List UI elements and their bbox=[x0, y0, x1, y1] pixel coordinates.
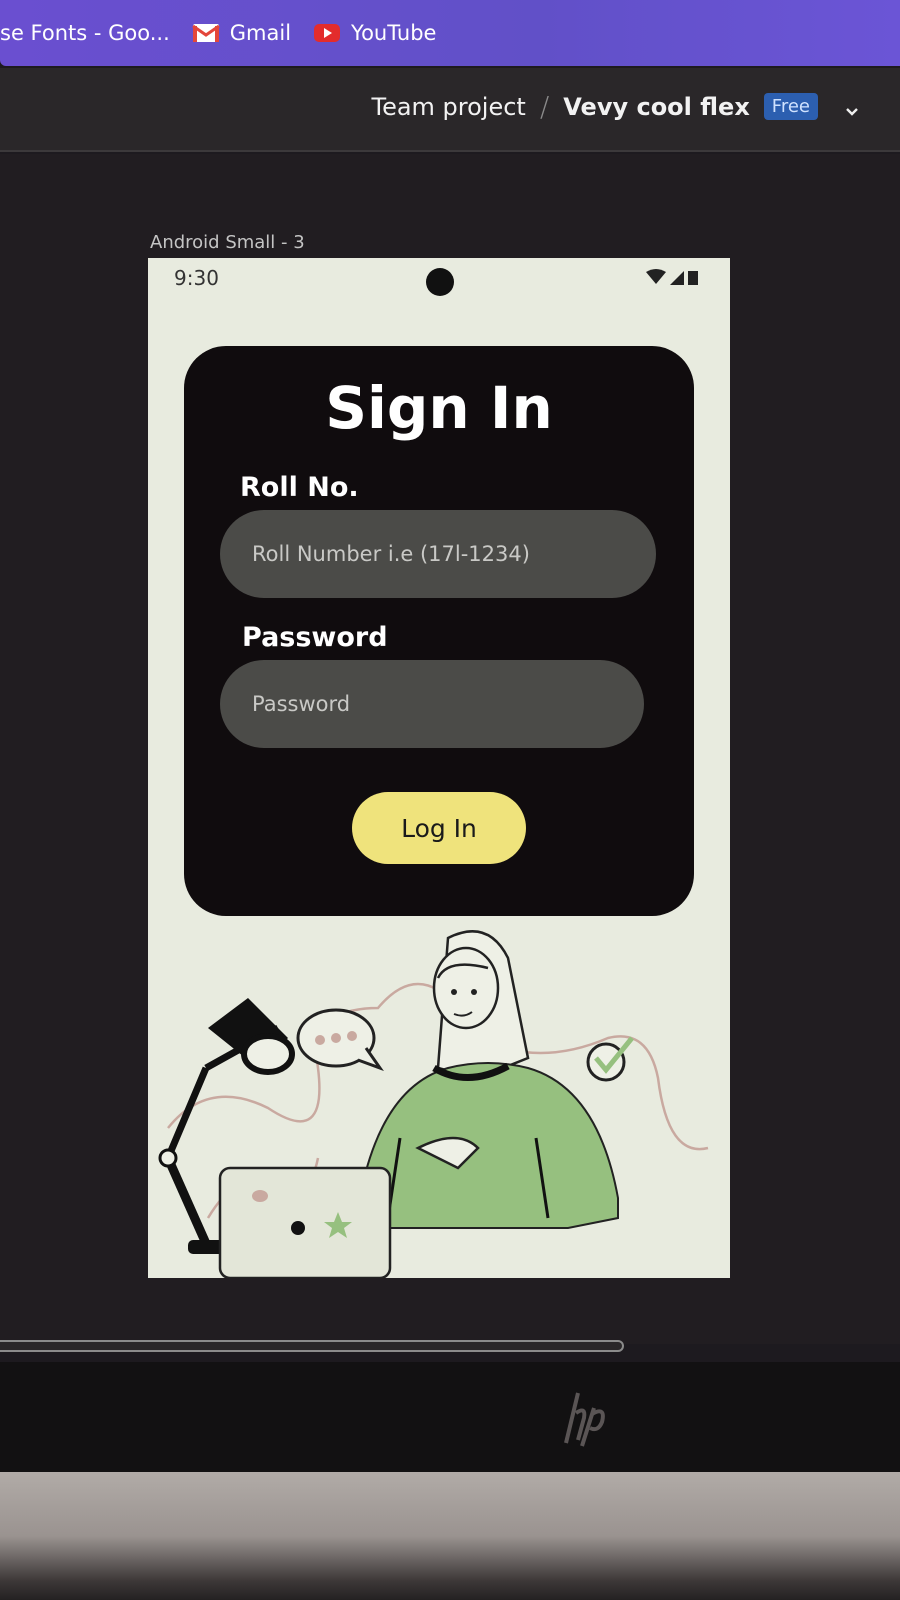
monitor-bezel bbox=[0, 1362, 900, 1472]
login-button[interactable]: Log In bbox=[352, 792, 526, 864]
bookmark-label: Gmail bbox=[229, 21, 292, 45]
status-time: 9:30 bbox=[174, 266, 219, 290]
battery-icon bbox=[688, 271, 698, 285]
hp-logo bbox=[564, 1392, 605, 1447]
wifi-icon bbox=[646, 269, 666, 284]
bookmark-google-fonts[interactable]: se Fonts - Goo... bbox=[0, 21, 170, 45]
chevron-down-icon[interactable] bbox=[844, 104, 860, 120]
youtube-icon bbox=[314, 24, 341, 42]
camera-cutout bbox=[426, 268, 454, 296]
plan-badge: Free bbox=[763, 93, 818, 120]
laptop-icon bbox=[218, 1166, 392, 1278]
signin-card: Sign In Roll No. Password Log In bbox=[184, 346, 694, 916]
laptop-base bbox=[0, 1472, 900, 1600]
bookmark-youtube[interactable]: YouTube bbox=[313, 21, 436, 45]
android-frame[interactable]: 9:30 Sign In Roll No. Password Log In bbox=[148, 258, 730, 1278]
breadcrumb-file-name[interactable]: Vevy cool flex bbox=[563, 93, 750, 121]
person-figure bbox=[357, 930, 619, 1229]
roll-number-label: Roll No. bbox=[240, 472, 359, 503]
roll-number-input[interactable] bbox=[220, 510, 656, 598]
frame-label[interactable]: Android Small - 3 bbox=[150, 232, 305, 253]
signin-title: Sign In bbox=[325, 374, 553, 442]
horizontal-scrollbar[interactable] bbox=[0, 1340, 624, 1352]
illustration bbox=[158, 930, 709, 1278]
editor-toolbar: Team project / Vevy cool flex Free bbox=[0, 68, 900, 152]
signal-icon bbox=[670, 271, 684, 285]
password-label: Password bbox=[242, 622, 388, 653]
bookmark-gmail[interactable]: Gmail bbox=[191, 21, 292, 45]
bookmark-label: se Fonts - Goo... bbox=[0, 21, 170, 45]
gmail-icon bbox=[191, 24, 220, 42]
breadcrumb-separator: / bbox=[539, 90, 550, 123]
bookmarks-bar: se Fonts - Goo... Gmail YouTube bbox=[0, 0, 900, 66]
status-icons bbox=[646, 269, 698, 285]
password-input[interactable] bbox=[220, 660, 644, 748]
speech-bubble-icon bbox=[296, 1008, 384, 1072]
bookmark-label: YouTube bbox=[351, 21, 437, 45]
breadcrumb-team[interactable]: Team project bbox=[371, 93, 525, 121]
breadcrumb: Team project / Vevy cool flex Free bbox=[371, 90, 818, 123]
